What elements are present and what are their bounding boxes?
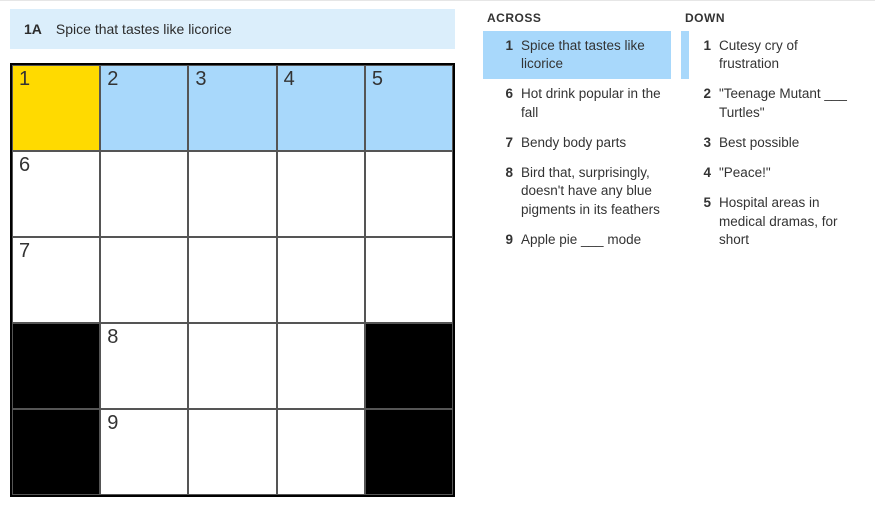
grid-cell[interactable] bbox=[277, 323, 365, 409]
clue-number: 7 bbox=[495, 134, 513, 152]
down-clue-item[interactable]: 5 Hospital areas in medical dramas, for s… bbox=[681, 188, 869, 255]
across-column: ACROSS 1 Spice that tastes like licorice 6… bbox=[483, 11, 671, 489]
grid-cell[interactable]: 5 bbox=[365, 65, 453, 151]
clue-number: 1 bbox=[495, 37, 513, 55]
grid-cell[interactable]: 2 bbox=[100, 65, 188, 151]
grid-cell[interactable]: 9 bbox=[100, 409, 188, 495]
clue-text: Bird that, surprisingly, doesn't have an… bbox=[521, 164, 663, 219]
grid-row: 7 bbox=[12, 237, 453, 323]
clue-text: Cutesy cry of frustration bbox=[719, 37, 861, 73]
grid-cell[interactable] bbox=[365, 237, 453, 323]
clue-text: "Teenage Mutant ___ Turtles" bbox=[719, 85, 861, 121]
grid-cell[interactable]: 1 bbox=[12, 65, 100, 151]
down-clue-item[interactable]: 1 Cutesy cry of frustration bbox=[681, 31, 869, 79]
crossword-app: 1A Spice that tastes like licorice 1 2 3 4 5… bbox=[0, 0, 875, 505]
cell-number: 8 bbox=[107, 326, 118, 349]
clue-lists: ACROSS 1 Spice that tastes like licorice 6… bbox=[483, 11, 875, 489]
across-clue-item[interactable]: 9 Apple pie ___ mode bbox=[483, 225, 671, 255]
grid-cell[interactable]: 3 bbox=[188, 65, 276, 151]
clue-text: Best possible bbox=[719, 134, 861, 152]
grid-cell[interactable] bbox=[277, 409, 365, 495]
clue-number: 1 bbox=[693, 37, 711, 55]
clue-text: Apple pie ___ mode bbox=[521, 231, 663, 249]
clue-number: 4 bbox=[693, 164, 711, 182]
current-clue-label: 1A bbox=[24, 21, 42, 37]
grid-cell[interactable] bbox=[277, 237, 365, 323]
cell-number: 9 bbox=[107, 412, 118, 435]
grid-cell[interactable] bbox=[188, 323, 276, 409]
crossword-grid[interactable]: 1 2 3 4 5 6 7 8 9 bbox=[10, 63, 455, 497]
grid-row: 1 2 3 4 5 bbox=[12, 65, 453, 151]
down-clue-item[interactable]: 2 "Teenage Mutant ___ Turtles" bbox=[681, 79, 869, 127]
grid-cell[interactable]: 7 bbox=[12, 237, 100, 323]
cell-number: 5 bbox=[372, 68, 383, 91]
clue-number: 5 bbox=[693, 194, 711, 212]
cell-number: 3 bbox=[195, 68, 206, 91]
clue-number: 6 bbox=[495, 85, 513, 103]
across-clue-item[interactable]: 7 Bendy body parts bbox=[483, 128, 671, 158]
across-heading: ACROSS bbox=[487, 11, 671, 25]
clue-number: 3 bbox=[693, 134, 711, 152]
cell-number: 6 bbox=[19, 154, 30, 177]
clue-text: Hot drink popular in the fall bbox=[521, 85, 663, 121]
grid-cell[interactable] bbox=[365, 151, 453, 237]
grid-cell-black bbox=[12, 409, 100, 495]
clue-text: "Peace!" bbox=[719, 164, 861, 182]
clue-number: 9 bbox=[495, 231, 513, 249]
cell-number: 7 bbox=[19, 240, 30, 263]
left-panel: 1A Spice that tastes like licorice 1 2 3 4 5… bbox=[10, 9, 455, 497]
clue-text: Hospital areas in medical dramas, for sh… bbox=[719, 194, 861, 249]
grid-row: 8 bbox=[12, 323, 453, 409]
cell-number: 4 bbox=[284, 68, 295, 91]
grid-cell[interactable] bbox=[100, 151, 188, 237]
grid-cell[interactable] bbox=[188, 151, 276, 237]
grid-cell[interactable]: 6 bbox=[12, 151, 100, 237]
across-clue-item[interactable]: 1 Spice that tastes like licorice bbox=[483, 31, 671, 79]
current-clue-text: Spice that tastes like licorice bbox=[56, 21, 232, 37]
across-list[interactable]: 1 Spice that tastes like licorice 6 Hot dri… bbox=[483, 31, 671, 489]
grid-cell[interactable] bbox=[188, 237, 276, 323]
cell-number: 2 bbox=[107, 68, 118, 91]
current-clue-bar[interactable]: 1A Spice that tastes like licorice bbox=[10, 9, 455, 49]
down-clue-item[interactable]: 3 Best possible bbox=[681, 128, 869, 158]
grid-cell[interactable]: 4 bbox=[277, 65, 365, 151]
down-heading: DOWN bbox=[685, 11, 869, 25]
grid-row: 9 bbox=[12, 409, 453, 495]
grid-row: 6 bbox=[12, 151, 453, 237]
clue-text: Bendy body parts bbox=[521, 134, 663, 152]
clue-number: 8 bbox=[495, 164, 513, 182]
down-column: DOWN 1 Cutesy cry of frustration 2 "Teenage… bbox=[681, 11, 869, 489]
across-clue-item[interactable]: 8 Bird that, surprisingly, doesn't have a… bbox=[483, 158, 671, 225]
down-clue-item[interactable]: 4 "Peace!" bbox=[681, 158, 869, 188]
clue-text: Spice that tastes like licorice bbox=[521, 37, 663, 73]
grid-cell-black bbox=[12, 323, 100, 409]
grid-cell[interactable] bbox=[188, 409, 276, 495]
clue-number: 2 bbox=[693, 85, 711, 103]
down-list[interactable]: 1 Cutesy cry of frustration 2 "Teenage Muta… bbox=[681, 31, 869, 489]
cell-number: 1 bbox=[19, 68, 30, 91]
across-clue-item[interactable]: 6 Hot drink popular in the fall bbox=[483, 79, 671, 127]
grid-cell-black bbox=[365, 409, 453, 495]
grid-cell[interactable] bbox=[277, 151, 365, 237]
grid-cell[interactable]: 8 bbox=[100, 323, 188, 409]
grid-cell[interactable] bbox=[100, 237, 188, 323]
grid-cell-black bbox=[365, 323, 453, 409]
